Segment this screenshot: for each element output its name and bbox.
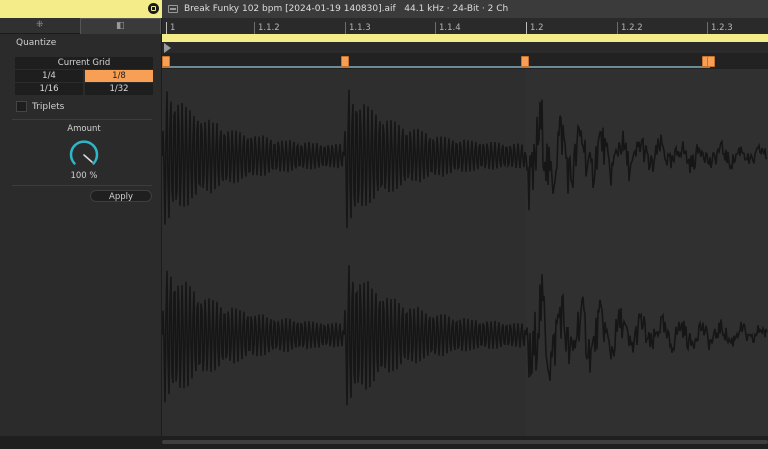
- sample-waveform-icon: ⁜: [35, 20, 44, 30]
- grid-option-1-4[interactable]: 1/4: [15, 70, 83, 82]
- triplets-toggle[interactable]: Triplets: [16, 101, 64, 112]
- channels: 2 Ch: [487, 4, 509, 14]
- warp-marker[interactable]: [521, 56, 529, 67]
- ruler-label: 1.2.2: [621, 23, 643, 33]
- amount-knob[interactable]: [66, 137, 102, 173]
- sample-rate: 44.1 kHz: [404, 4, 444, 14]
- beat-ruler[interactable]: 1 1.1.2 1.1.3 1.1.4 1.2 1.2.2 1.2.3: [162, 18, 768, 34]
- amount-value: 100 %: [70, 171, 98, 181]
- grid-option-1-16[interactable]: 1/16: [15, 83, 83, 95]
- ruler-label: 1.1.2: [258, 23, 280, 33]
- tab-envelope[interactable]: ◧: [79, 18, 161, 34]
- bit-depth: 24-Bit: [452, 4, 480, 14]
- ruler-tick: [526, 22, 527, 34]
- loop-brace[interactable]: [162, 34, 768, 42]
- quantize-title: Quantize: [16, 38, 57, 48]
- clip-name: Break Funky 102 bpm [2024-01-19 140830].…: [184, 4, 396, 14]
- quantize-panel: ⁜ ◧ Quantize Current Grid 1/4 1/8 1/16 1…: [0, 18, 162, 436]
- clip-icon: [168, 5, 178, 13]
- ruler-tick: [707, 22, 708, 34]
- ruler-tick: [435, 22, 436, 34]
- ruler-tick: [254, 22, 255, 34]
- clip-editor: Break Funky 102 bpm [2024-01-19 140830].…: [0, 0, 768, 449]
- ruler-tick: [617, 22, 618, 34]
- warp-marker[interactable]: [162, 56, 170, 67]
- warp-marker[interactable]: [707, 56, 715, 67]
- panel-tabs: ⁜ ◧: [0, 18, 161, 34]
- tab-sample[interactable]: ⁜: [0, 18, 80, 34]
- ruler-label: 1.2.3: [711, 23, 733, 33]
- triplets-label: Triplets: [32, 101, 65, 112]
- clip-color-bar[interactable]: [0, 0, 162, 18]
- divider: [12, 185, 152, 186]
- ruler-tick: [166, 22, 167, 34]
- ruler-label: 1.1.4: [439, 23, 461, 33]
- ruler-label: 1.1.3: [349, 23, 371, 33]
- ruler-tick: [345, 22, 346, 34]
- start-marker-icon[interactable]: [164, 43, 171, 53]
- ruler-label: 1: [170, 23, 176, 33]
- apply-button[interactable]: Apply: [90, 190, 152, 202]
- current-grid-button[interactable]: Current Grid: [15, 57, 153, 69]
- grid-options: 1/4 1/8 1/16 1/32: [15, 70, 153, 95]
- waveform: [162, 69, 768, 436]
- divider: [12, 119, 152, 120]
- horizontal-scrollbar[interactable]: [162, 440, 768, 444]
- envelope-icon: ◧: [115, 21, 125, 31]
- waveform-segment-bg: [526, 69, 768, 436]
- clip-title: Break Funky 102 bpm [2024-01-19 140830].…: [184, 4, 509, 14]
- triplets-checkbox[interactable]: [16, 101, 27, 112]
- ruler-label: 1.2: [530, 23, 544, 33]
- clip-title-bar: Break Funky 102 bpm [2024-01-19 140830].…: [162, 0, 768, 18]
- amount-label: Amount: [67, 124, 101, 134]
- waveform-display[interactable]: [162, 69, 768, 436]
- save-icon[interactable]: [148, 3, 159, 14]
- warp-marker[interactable]: [341, 56, 349, 67]
- grid-option-1-8[interactable]: 1/8: [85, 70, 153, 82]
- grid-option-1-32[interactable]: 1/32: [85, 83, 153, 95]
- warp-segment-line: [162, 66, 710, 68]
